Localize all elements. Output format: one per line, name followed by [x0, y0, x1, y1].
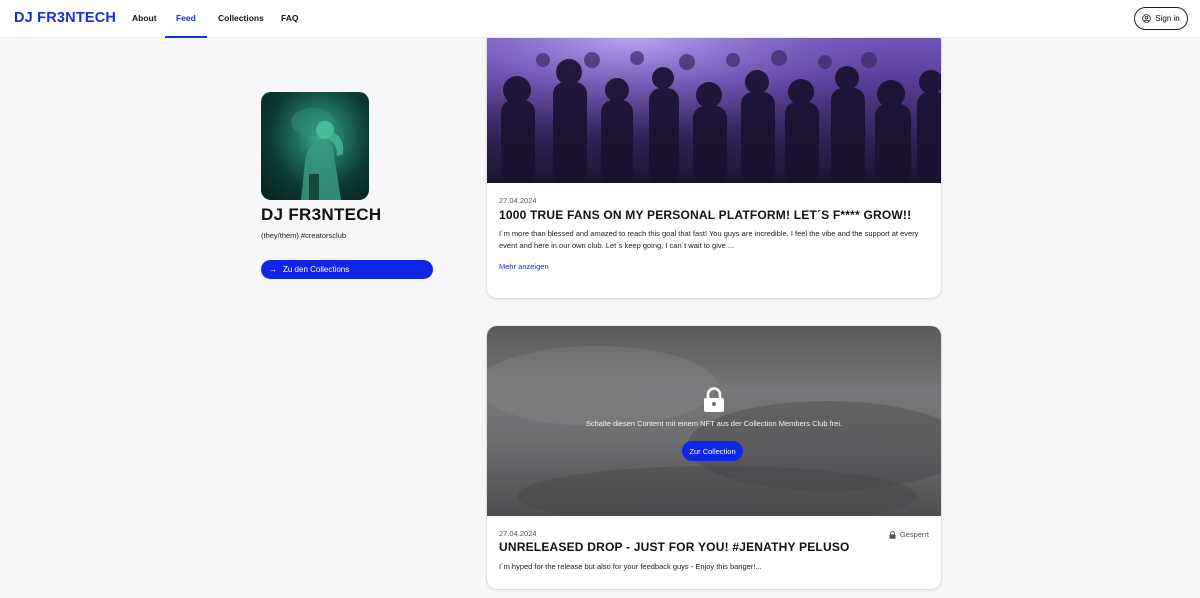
- sign-in-button[interactable]: Sign in: [1134, 7, 1188, 30]
- crowd-photo: [487, 20, 941, 183]
- profile-name: DJ FR3NTECH: [261, 205, 382, 224]
- brand-logo[interactable]: DJ FR3NTECH: [14, 10, 116, 26]
- post-card: 27.04.2024 1000 TRUE FANS ON MY PERSONAL…: [487, 20, 941, 298]
- performer-image: [291, 108, 344, 200]
- profile-avatar: [261, 92, 369, 200]
- post-title[interactable]: 1000 TRUE FANS ON MY PERSONAL PLATFORM! …: [499, 208, 911, 222]
- show-more-link[interactable]: Mehr anzeigen: [499, 262, 549, 271]
- post-excerpt: I´m hyped for the release but also for y…: [499, 562, 762, 571]
- post-title[interactable]: UNRELEASED DROP - JUST FOR YOU! #JENATHY…: [499, 540, 850, 554]
- unlock-hint-text: Schalte diesen Content mit einem NFT aus…: [585, 419, 843, 428]
- small-lock-icon: [889, 530, 896, 539]
- to-collection-button[interactable]: Zur Collection: [682, 441, 743, 461]
- top-navigation-bar: DJ FR3NTECH About Feed Collections FAQ S…: [0, 0, 1200, 38]
- locked-badge: Gesperrt: [889, 530, 929, 539]
- nav-item-about[interactable]: About: [132, 0, 157, 38]
- sign-in-label: Sign in: [1155, 14, 1180, 23]
- post-date: 27.04.2024: [499, 529, 537, 538]
- to-collections-button[interactable]: → Zu den Collections: [261, 260, 433, 279]
- post-excerpt: I´m more than blessed and amazed to reac…: [499, 229, 919, 250]
- profile-tagline: (they/them) #creatorsclub: [261, 231, 347, 240]
- lock-icon: [704, 387, 724, 412]
- arrow-right-icon: →: [269, 265, 277, 274]
- locked-media: Schalte diesen Content mit einem NFT aus…: [487, 326, 941, 516]
- post-date: 27.04.2024: [499, 196, 537, 205]
- locked-label: Gesperrt: [899, 530, 929, 539]
- nav-item-feed[interactable]: Feed: [165, 0, 207, 38]
- nav-item-faq[interactable]: FAQ: [281, 0, 298, 38]
- nav-item-collections[interactable]: Collections: [218, 0, 264, 38]
- user-circle-icon: [1142, 14, 1152, 23]
- post-card-locked: Schalte diesen Content mit einem NFT aus…: [487, 326, 941, 589]
- to-collections-label: Zu den Collections: [283, 265, 350, 274]
- post-image: [487, 20, 941, 183]
